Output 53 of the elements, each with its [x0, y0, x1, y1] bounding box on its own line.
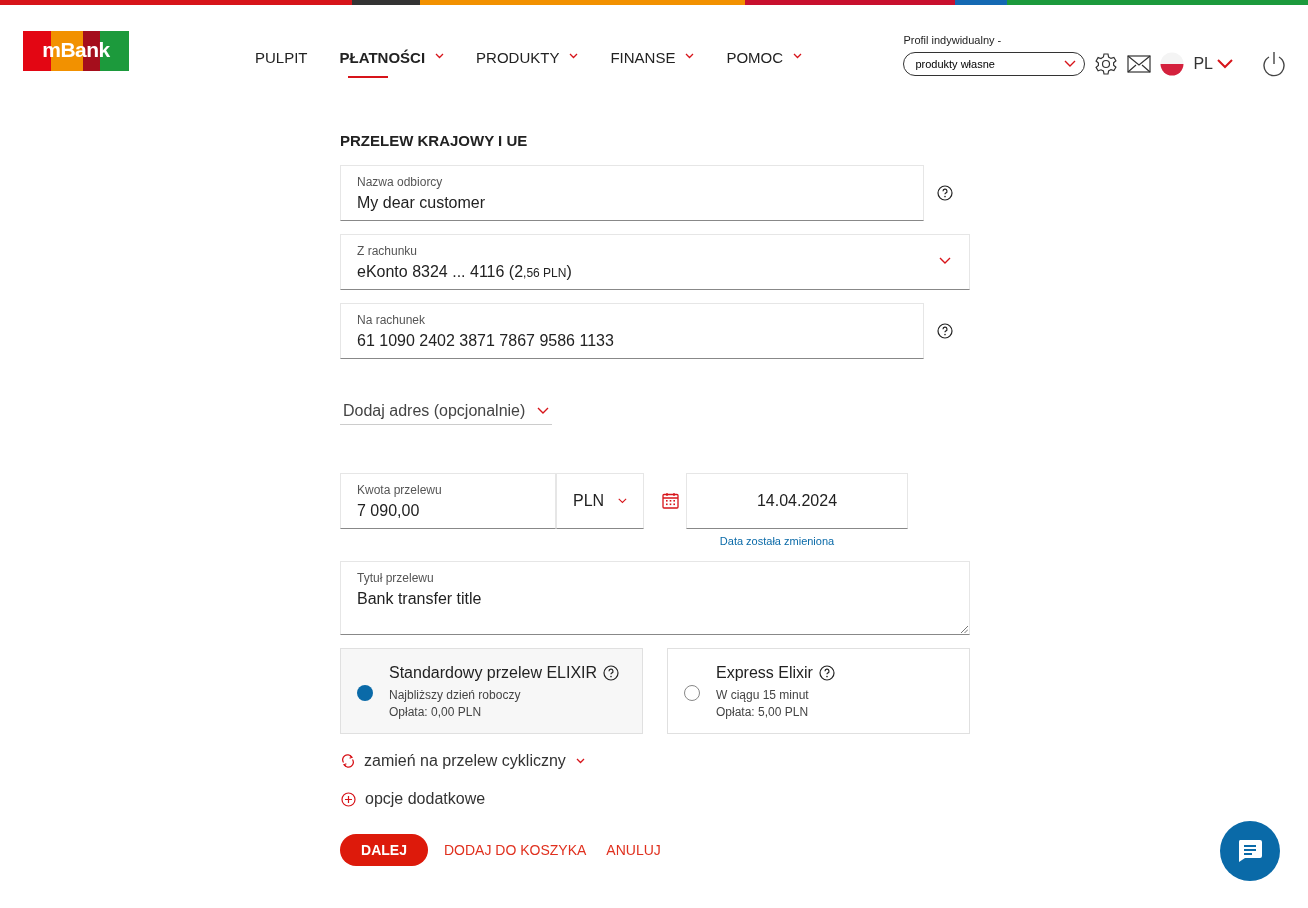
settings-icon[interactable]	[1094, 52, 1119, 76]
transfer-type-detail: Najbliższy dzień roboczy	[389, 687, 522, 702]
help-icon[interactable]	[603, 664, 620, 681]
add-to-cart-button[interactable]: DODAJ DO KOSZYKA	[444, 842, 591, 858]
add-address-toggle[interactable]: Dodaj adres (opcjonalnie)	[340, 396, 553, 425]
transfer-type-name: Express Elixir	[716, 663, 813, 682]
transfer-type-name: Standardowy przelew ELIXIR	[389, 663, 598, 682]
amount-field[interactable]: Kwota przelewu 7 090,00	[340, 473, 556, 529]
additional-options-toggle[interactable]: opcje dodatkowe	[365, 790, 486, 808]
profile-label: Profil indywidualny -	[903, 34, 1003, 46]
nav-tab[interactable]: PRODUKTY	[460, 41, 595, 78]
currency-select[interactable]: PLN	[556, 473, 644, 529]
transfer-title-field[interactable]: Tytuł przelewu Bank transfer title	[340, 561, 970, 635]
nav-tab[interactable]: PŁATNOŚCI	[323, 41, 461, 78]
chevron-down-icon	[939, 257, 951, 265]
transfer-type-detail: W ciągu 15 minut	[716, 687, 810, 702]
power-icon[interactable]	[1262, 51, 1286, 77]
poland-flag-icon[interactable]	[1160, 52, 1185, 76]
chevron-down-icon	[1217, 59, 1233, 69]
chat-icon	[1237, 839, 1263, 863]
account-number-field[interactable]: Na rachunek 61 1090 2402 3871 7867 9586 1133	[340, 303, 924, 359]
help-icon[interactable]	[937, 185, 953, 201]
chevron-down-icon	[1064, 60, 1077, 68]
cancel-button[interactable]: ANULUJ	[606, 842, 665, 858]
calendar-icon[interactable]	[662, 492, 679, 509]
nav-tab[interactable]: PULPIT	[239, 41, 324, 78]
chevron-down-icon	[575, 758, 585, 764]
recurring-transfer-toggle[interactable]: zamień na przelew cykliczny	[364, 752, 585, 770]
transfer-fee: Opłata: 5,00 PLN	[716, 704, 810, 719]
mail-icon[interactable]	[1127, 55, 1152, 73]
chat-button[interactable]	[1220, 821, 1280, 881]
account-select[interactable]: Z rachunku eKonto 8324 ... 4116 (2,56 PLN)	[340, 234, 970, 290]
transfer-type-option[interactable]: Express Elixir W ciągu 15 minut Opłata: 5,00 PLN	[667, 648, 970, 734]
next-button[interactable]: DALEJ	[340, 834, 428, 866]
help-icon[interactable]	[937, 323, 953, 339]
transfer-type-option[interactable]: Standardowy przelew ELIXIR Najbliższy dzień roboczy Opłata: 0,00 PLN	[340, 648, 643, 734]
chevron-down-icon	[537, 407, 550, 415]
date-changed-note: Data została zmieniona	[719, 535, 835, 547]
nav-tab[interactable]: POMOC	[710, 41, 819, 78]
resize-handle-icon[interactable]	[960, 625, 968, 633]
help-icon[interactable]	[818, 664, 835, 681]
date-field[interactable]: 14.04.2024	[686, 473, 908, 529]
transfer-fee: Opłata: 0,00 PLN	[389, 704, 483, 719]
language-select[interactable]: PL	[1193, 55, 1253, 73]
repeat-icon	[341, 754, 355, 768]
profile-select[interactable]: produkty własne	[903, 52, 1086, 76]
form-title: PRZELEW KRAJOWY I UE	[340, 132, 529, 149]
recipient-field[interactable]: Nazwa odbiorcy My dear customer	[340, 165, 924, 221]
plus-circle-icon	[341, 791, 356, 807]
chevron-down-icon	[618, 497, 627, 505]
radio-button[interactable]	[684, 685, 700, 701]
nav-tab[interactable]: FINANSE	[594, 41, 711, 78]
radio-button[interactable]	[357, 685, 373, 701]
